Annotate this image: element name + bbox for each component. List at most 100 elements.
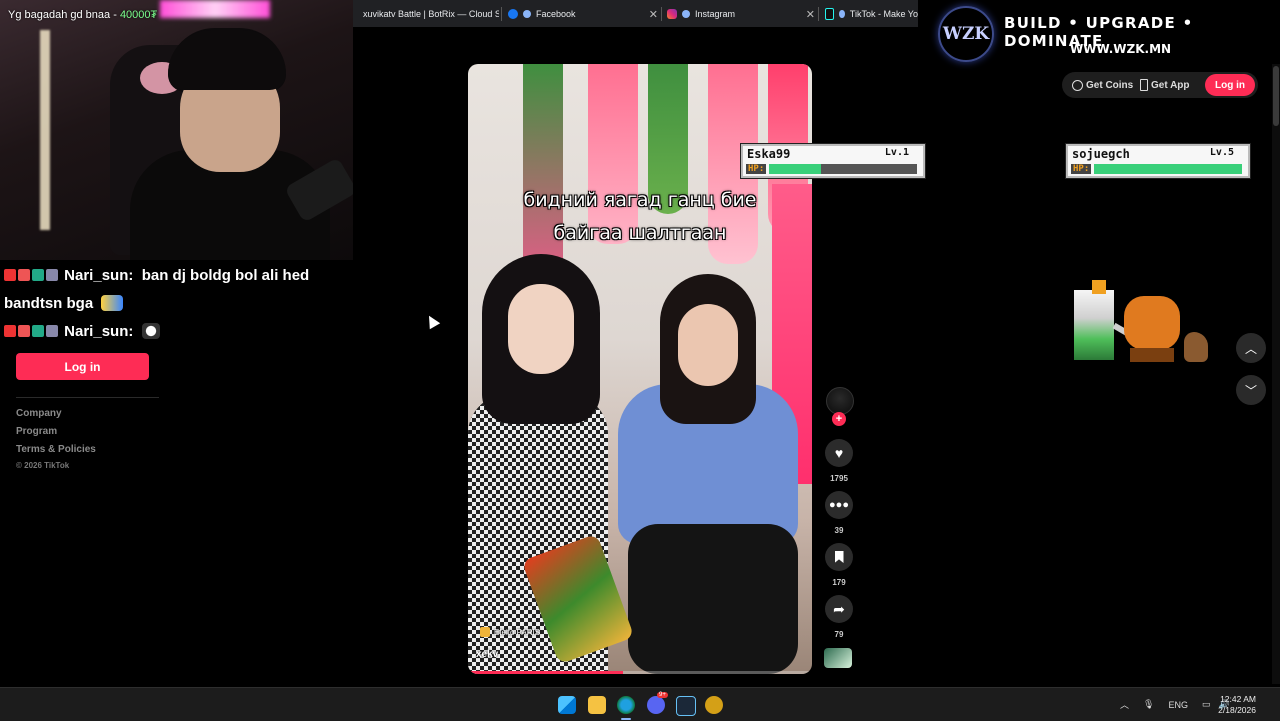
divider xyxy=(16,397,159,398)
music-disc-icon[interactable] xyxy=(824,648,852,668)
program-link[interactable]: Program xyxy=(16,426,57,437)
close-icon[interactable]: ✕ xyxy=(643,8,658,21)
app-icon[interactable] xyxy=(705,696,723,714)
pumpkin-feet xyxy=(1130,348,1174,362)
windows-start-icon[interactable] xyxy=(558,696,576,714)
previous-video-button[interactable]: ︿ xyxy=(1236,333,1266,363)
share-button[interactable]: ➦ xyxy=(825,595,853,623)
get-app-label: Get App xyxy=(1151,79,1190,91)
get-coins-button[interactable]: Get Coins xyxy=(1072,72,1133,98)
chat-line: bandtsn bga xyxy=(4,290,364,318)
edge-icon[interactable] xyxy=(617,696,635,714)
save-button[interactable] xyxy=(825,543,853,571)
pixel-battle-sprites xyxy=(1068,280,1216,370)
next-video-button[interactable]: ﹀ xyxy=(1236,375,1266,405)
tab-title: xuvikatv Battle | BotRix — Cloud S xyxy=(363,9,499,19)
login-button[interactable]: Log in xyxy=(16,353,149,380)
like-button[interactable]: ♥ xyxy=(825,439,853,467)
hp-fill xyxy=(1094,164,1242,174)
car-emote-icon xyxy=(101,295,124,311)
squirrel-sprite xyxy=(1184,332,1208,362)
enemy-hp-box: sojuegch Lv.5 HP: xyxy=(1065,143,1251,179)
coin-icon xyxy=(1072,79,1083,91)
login-button-top[interactable]: Log in xyxy=(1205,74,1255,96)
face-emote-icon xyxy=(141,323,160,339)
scrollbar-thumb[interactable] xyxy=(1273,66,1279,126)
player-level: Lv.1 xyxy=(884,147,909,158)
language-indicator[interactable]: ENG xyxy=(1168,700,1188,710)
terms-link[interactable]: Terms & Policies xyxy=(16,444,96,455)
neon-light xyxy=(160,0,270,18)
comment-icon: ●●● xyxy=(829,499,849,511)
donation-amount: 40000₮ xyxy=(119,9,158,21)
instagram-icon xyxy=(667,9,677,19)
knight-sprite xyxy=(1074,290,1114,360)
bookmark-icon xyxy=(834,551,844,563)
hp-bar xyxy=(1094,164,1242,174)
video-progress-bar[interactable] xyxy=(468,671,812,674)
wzk-logo: WZK xyxy=(938,6,994,62)
chat-username: Nari_sun: xyxy=(64,267,134,284)
heart-badge-icon xyxy=(18,325,30,337)
banner-url: WWW.WZK.MN xyxy=(1070,42,1172,56)
streamer-webcam: Yg bagadah gd bnaa - 40000₮ xyxy=(0,0,353,260)
follow-plus-icon[interactable]: + xyxy=(832,412,846,426)
lamp xyxy=(40,30,50,230)
get-coins-label: Get Coins xyxy=(1086,79,1134,91)
enemy-level: Lv.5 xyxy=(1209,147,1234,158)
person-right xyxy=(598,274,812,674)
tab-tiktok[interactable]: TikTok - Make Yo xyxy=(825,4,918,24)
tab-title: Facebook xyxy=(536,9,576,19)
hp-label: HP: xyxy=(1071,164,1092,174)
pants xyxy=(628,524,798,674)
donation-text: Yg bagadah gd bnaa - xyxy=(8,9,120,21)
donation-overlay: Yg bagadah gd bnaa - 40000₮ xyxy=(8,9,157,21)
video-author[interactable]: xekv xyxy=(476,649,498,660)
chevron-up-icon[interactable]: ︿ xyxy=(1120,698,1129,711)
clock[interactable]: 12:42 AM 2/18/2026 xyxy=(1218,694,1256,716)
progress-fill xyxy=(468,671,623,674)
microphone-icon[interactable]: 🎙 xyxy=(1143,699,1154,710)
creator-avatar[interactable] xyxy=(826,387,854,415)
share-count: 79 xyxy=(834,630,844,639)
tab-separator xyxy=(501,7,502,21)
share-icon: ➦ xyxy=(833,600,845,617)
gift-badge-icon xyxy=(46,269,58,281)
comment-count: 39 xyxy=(834,526,844,535)
steam-icon[interactable] xyxy=(676,696,696,716)
network-icon[interactable]: ▭ xyxy=(1202,699,1211,710)
player-name: Eska99 xyxy=(747,147,791,161)
close-icon[interactable]: ✕ xyxy=(800,8,815,21)
sponsor-banner: WZK BUILD • UPGRADE • DOMINATE WWW.WZK.M… xyxy=(918,0,1280,64)
chat-message: ban dj boldg bol ali hed xyxy=(141,267,310,284)
get-app-button[interactable]: Get App xyxy=(1140,72,1190,98)
caption-line: байгаа шалтгаан xyxy=(553,222,727,244)
company-link[interactable]: Company xyxy=(16,408,62,419)
tab-facebook[interactable]: Facebook ✕ xyxy=(508,4,658,24)
comment-button[interactable]: ●●● xyxy=(825,491,853,519)
mouse-cursor-icon xyxy=(423,312,441,330)
flower-decor xyxy=(523,64,563,284)
tab-title: TikTok - Make Yo xyxy=(849,9,918,19)
tab-separator xyxy=(661,7,662,21)
audio-icon xyxy=(839,10,845,18)
file-explorer-icon[interactable] xyxy=(588,696,606,714)
hp-label: HP: xyxy=(746,164,767,174)
sound-name: Efeito PARIS xyxy=(494,627,541,637)
discord-icon[interactable] xyxy=(647,696,665,714)
knight-helmet xyxy=(1092,280,1106,294)
heart-badge-icon xyxy=(18,269,30,281)
sound-tag[interactable]: Efeito PARIS xyxy=(480,627,540,637)
system-tray: ︿ 🎙 ENG ▭ 🔊 xyxy=(1120,688,1230,721)
video-caption: бидний яагад ганц бие байгаа шалтгаан xyxy=(468,184,812,250)
scrollbar[interactable] xyxy=(1272,64,1280,684)
browser-tab-bar: xuvikatv Battle | BotRix — Cloud S ✕ Fac… xyxy=(353,0,918,27)
chat-overlay: Nari_sun: ban dj boldg bol ali hed bandt… xyxy=(4,262,364,346)
sub-badge-icon xyxy=(32,269,44,281)
phone-icon xyxy=(1140,79,1148,91)
tab-botrix[interactable]: xuvikatv Battle | BotRix — Cloud S ✕ xyxy=(363,4,499,24)
tab-separator xyxy=(818,7,819,21)
tiktok-icon xyxy=(825,8,835,20)
tab-instagram[interactable]: Instagram ✕ xyxy=(667,4,815,24)
tab-title: Instagram xyxy=(695,9,736,19)
